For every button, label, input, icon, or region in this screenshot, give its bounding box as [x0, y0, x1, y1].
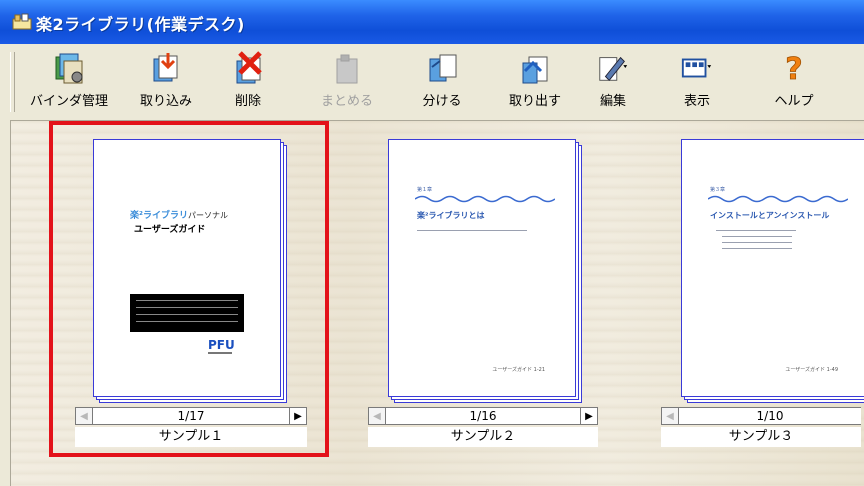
view-label: 表示	[683, 94, 710, 109]
text-line	[722, 242, 792, 243]
cover-subtitle: ユーザーズガイド	[134, 225, 206, 235]
app-icon	[12, 13, 32, 30]
page-nav: ◀ 1/16 ▶	[368, 407, 598, 425]
page-nav: ◀ 1/17 ▶	[75, 407, 307, 425]
title-bar[interactable]: 楽2ライブラリ(作業デスク)	[0, 0, 864, 44]
wave-decoration	[415, 195, 555, 203]
merge-button: まとめる	[312, 50, 382, 114]
binder-sample-2[interactable]: 第１章 楽²ライブラリとは ユーザーズガイド 1-21 ◀ 1/16 ▶ サンプ…	[366, 125, 616, 453]
prev-page-button[interactable]: ◀	[368, 407, 386, 425]
text-line	[716, 230, 796, 231]
chapter-heading: インストールとアンインストール	[710, 211, 830, 220]
prev-page-button[interactable]: ◀	[661, 407, 679, 425]
edit-icon	[596, 50, 630, 86]
prev-page-button[interactable]: ◀	[75, 407, 93, 425]
edit-label: 編集	[599, 94, 626, 109]
pfu-logo-sub	[208, 352, 232, 354]
page-nav: ◀ 1/10	[661, 407, 861, 425]
binder-manage-label: バインダ管理	[29, 94, 108, 109]
help-label: ヘルプ	[774, 94, 814, 109]
page-footer: ユーザーズガイド 1-21	[492, 367, 545, 373]
binder-name[interactable]: サンプル３	[661, 427, 861, 447]
split-label: 分ける	[422, 94, 462, 109]
delete-icon	[231, 50, 265, 86]
import-button[interactable]: 取り込み	[126, 50, 206, 114]
chapter-label: 第１章	[417, 187, 433, 193]
view-icon	[680, 50, 714, 86]
merge-icon	[330, 50, 364, 86]
svg-text:?: ?	[785, 52, 802, 85]
page-footer: ユーザーズガイド 1-49	[785, 367, 838, 373]
toolbar: バインダ管理 取り込み 削除 まとめる 分ける 取り出す 編集 表示 ? ヘルプ	[0, 44, 864, 121]
next-page-button[interactable]: ▶	[580, 407, 598, 425]
merge-label: まとめる	[320, 94, 373, 109]
binder-sample-1[interactable]: 楽²ライブラリパーソナル ユーザーズガイド PFU ◀ 1/17 ▶ サンプル１	[49, 121, 329, 457]
delete-label: 削除	[234, 94, 261, 109]
work-desk: 楽²ライブラリパーソナル ユーザーズガイド PFU ◀ 1/17 ▶ サンプル１…	[11, 121, 864, 486]
binder-manage-icon	[52, 50, 86, 86]
page-counter: 1/17	[93, 407, 289, 425]
view-button[interactable]: 表示	[672, 50, 722, 114]
page-front: 第１章 楽²ライブラリとは ユーザーズガイド 1-21	[388, 139, 576, 397]
binder-manage-button[interactable]: バインダ管理	[24, 50, 114, 114]
page-front: 第３章 インストールとアンインストール ユーザーズガイド 1-49	[681, 139, 864, 397]
chapter-label: 第３章	[710, 187, 726, 193]
wave-decoration	[708, 195, 848, 203]
cover-notice-box	[130, 294, 244, 332]
text-line	[722, 236, 792, 237]
import-icon	[149, 50, 183, 86]
binder-name[interactable]: サンプル２	[368, 427, 598, 447]
page-counter: 1/10	[679, 407, 861, 425]
split-button[interactable]: 分ける	[410, 50, 474, 114]
window-title: 楽2ライブラリ(作業デスク)	[36, 15, 245, 34]
help-button[interactable]: ? ヘルプ	[764, 50, 824, 114]
page-counter: 1/16	[386, 407, 580, 425]
left-frame	[0, 120, 11, 486]
text-line	[417, 230, 527, 231]
toolbar-grip[interactable]	[10, 52, 15, 112]
split-icon	[425, 50, 459, 86]
pfu-logo: PFU	[208, 338, 235, 352]
cover-brand: 楽²ライブラリパーソナル	[130, 211, 228, 221]
binder-name[interactable]: サンプル１	[75, 427, 307, 447]
export-label: 取り出す	[508, 94, 561, 109]
text-line	[722, 248, 792, 249]
page-cover: 楽²ライブラリパーソナル ユーザーズガイド PFU	[93, 139, 281, 397]
export-icon	[518, 50, 552, 86]
binder-sample-3[interactable]: 第３章 インストールとアンインストール ユーザーズガイド 1-49 ◀ 1/10…	[659, 125, 864, 453]
export-button[interactable]: 取り出す	[496, 50, 574, 114]
edit-button[interactable]: 編集	[588, 50, 638, 114]
help-icon: ?	[777, 50, 811, 86]
next-page-button[interactable]: ▶	[289, 407, 307, 425]
chapter-heading: 楽²ライブラリとは	[417, 211, 485, 220]
delete-button[interactable]: 削除	[218, 50, 278, 114]
import-label: 取り込み	[139, 94, 192, 109]
